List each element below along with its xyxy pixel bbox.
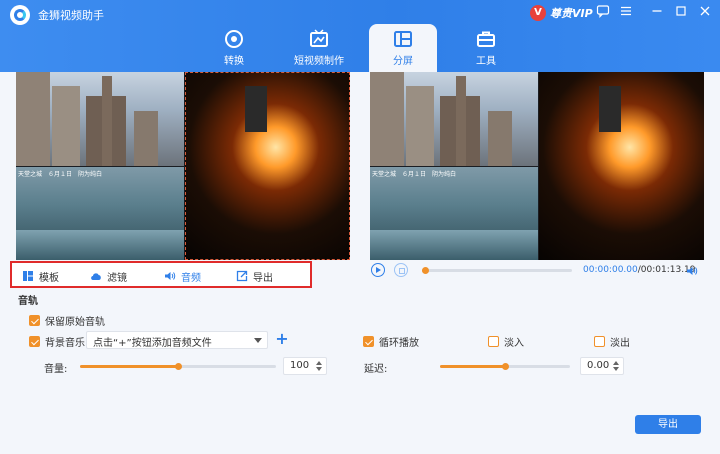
convert-icon: [225, 30, 243, 48]
export-button[interactable]: 导出: [635, 415, 701, 434]
tool-filter-label: 滤镜: [107, 272, 127, 284]
player-controls: 00:00:00.00/00:01:13.19: [370, 261, 704, 281]
delay-slider[interactable]: [440, 363, 570, 370]
delay-decrease-icon[interactable]: [613, 367, 619, 371]
play-icon[interactable]: [371, 263, 385, 277]
short-video-icon: [310, 29, 328, 47]
tab-split-screen-label: 分屏: [393, 56, 413, 67]
bg-music-box[interactable]: [29, 336, 40, 347]
delay-slider-fill: [440, 365, 505, 368]
split-screen-preview: 天堂之城 ６月１日 阴为纯白: [370, 72, 704, 260]
tool-audio[interactable]: 音频: [164, 268, 201, 284]
video-tile-city[interactable]: [16, 72, 184, 166]
tool-template-label: 模板: [39, 272, 59, 284]
tab-convert[interactable]: 转换: [201, 24, 267, 70]
split-screen-editor[interactable]: 天堂之城 ６月１日 阴为纯白: [16, 72, 350, 260]
preview-caption: 天堂之城 ６月１日 阴为纯白: [372, 171, 457, 178]
tab-convert-label: 转换: [224, 56, 244, 67]
split-screen-icon: [394, 31, 412, 47]
volume-value: 100: [290, 360, 310, 371]
export-icon: [236, 270, 248, 282]
edit-toolbar: 模板 滤镜 音频 导出: [10, 261, 312, 288]
tab-short-video-label: 短视频制作: [294, 56, 344, 67]
volume-slider[interactable]: [80, 363, 276, 370]
template-icon: [23, 271, 33, 281]
tab-split-screen[interactable]: 分屏: [369, 24, 437, 72]
tool-export[interactable]: 导出: [236, 268, 273, 284]
message-icon[interactable]: [595, 4, 611, 20]
toolbox-icon: [477, 31, 495, 47]
fade-in-checkbox[interactable]: 淡入: [488, 334, 524, 349]
delay-value: 0.00: [587, 360, 610, 371]
video-caption: 天堂之城 ６月１日 阴为纯白: [18, 171, 103, 178]
vip-crown-icon: V: [530, 5, 546, 21]
volume-icon[interactable]: [686, 265, 698, 277]
volume-increase-icon[interactable]: [316, 361, 322, 365]
audio-icon: [165, 272, 176, 280]
video-tile-fireworks[interactable]: [185, 72, 350, 260]
bg-music-select[interactable]: 点击“+”按钮添加音频文件: [86, 331, 268, 349]
bg-music-select-value: 点击“+”按钮添加音频文件: [93, 338, 212, 349]
volume-stepper[interactable]: 100: [283, 357, 327, 375]
app-title: 金狮视频助手: [38, 9, 104, 22]
fade-in-label: 淡入: [504, 338, 524, 349]
chevron-down-icon: [254, 338, 262, 343]
menu-icon[interactable]: [618, 4, 634, 20]
volume-slider-fill: [80, 365, 178, 368]
bg-music-label: 背景音乐: [45, 338, 85, 349]
close-icon[interactable]: [697, 4, 713, 20]
tool-filter[interactable]: 滤镜: [90, 268, 127, 284]
delay-stepper[interactable]: 0.00: [580, 357, 624, 375]
preview-tile-city: [370, 72, 538, 166]
fade-out-checkbox[interactable]: 淡出: [594, 334, 630, 349]
preview-tile-fireworks: [539, 72, 704, 260]
playback-progress-handle[interactable]: [422, 267, 429, 274]
filter-icon: [91, 273, 101, 280]
fade-out-box[interactable]: [594, 336, 605, 347]
fade-in-box[interactable]: [488, 336, 499, 347]
minimize-icon[interactable]: [649, 4, 665, 20]
delay-slider-handle[interactable]: [502, 363, 509, 370]
volume-label: 音量:: [44, 364, 68, 375]
video-tile-sea[interactable]: 天堂之城 ６月１日 阴为纯白: [16, 167, 184, 260]
tab-tools-label: 工具: [476, 56, 496, 67]
stop-icon[interactable]: [394, 263, 408, 277]
keep-original-audio-label: 保留原始音轨: [45, 317, 105, 328]
vip-label: 尊贵VIP: [550, 7, 593, 20]
loop-label: 循环播放: [379, 338, 419, 349]
add-audio-button[interactable]: +: [275, 331, 289, 347]
tool-template[interactable]: 模板: [22, 268, 59, 284]
delay-increase-icon[interactable]: [613, 361, 619, 365]
volume-decrease-icon[interactable]: [316, 367, 322, 371]
keep-original-audio-box[interactable]: [29, 315, 40, 326]
tool-audio-label: 音频: [181, 272, 201, 284]
app-logo-icon: [10, 5, 30, 25]
maximize-icon[interactable]: [673, 4, 689, 20]
volume-slider-handle[interactable]: [175, 363, 182, 370]
delay-label: 延迟:: [364, 364, 388, 375]
preview-tile-sea: 天堂之城 ６月１日 阴为纯白: [370, 167, 538, 260]
loop-checkbox[interactable]: 循环播放: [363, 334, 419, 349]
playback-time: 00:00:00.00/00:01:13.19: [583, 265, 696, 275]
keep-original-audio-checkbox[interactable]: 保留原始音轨: [29, 313, 105, 328]
vip-badge[interactable]: V 尊贵VIP: [530, 4, 593, 22]
loop-box[interactable]: [363, 336, 374, 347]
fade-out-label: 淡出: [610, 338, 630, 349]
bg-music-checkbox[interactable]: 背景音乐: [29, 334, 85, 349]
current-time: 00:00:00.00: [583, 265, 638, 275]
tab-short-video[interactable]: 短视频制作: [286, 24, 352, 70]
tab-tools[interactable]: 工具: [453, 24, 519, 70]
audio-section-title: 音轨: [18, 296, 38, 307]
tool-export-label: 导出: [253, 272, 273, 284]
playback-progress-bar[interactable]: [422, 267, 572, 274]
title-bar: 金狮视频助手 V 尊贵VIP 转换 短视频制作 分屏 工具: [0, 0, 720, 72]
